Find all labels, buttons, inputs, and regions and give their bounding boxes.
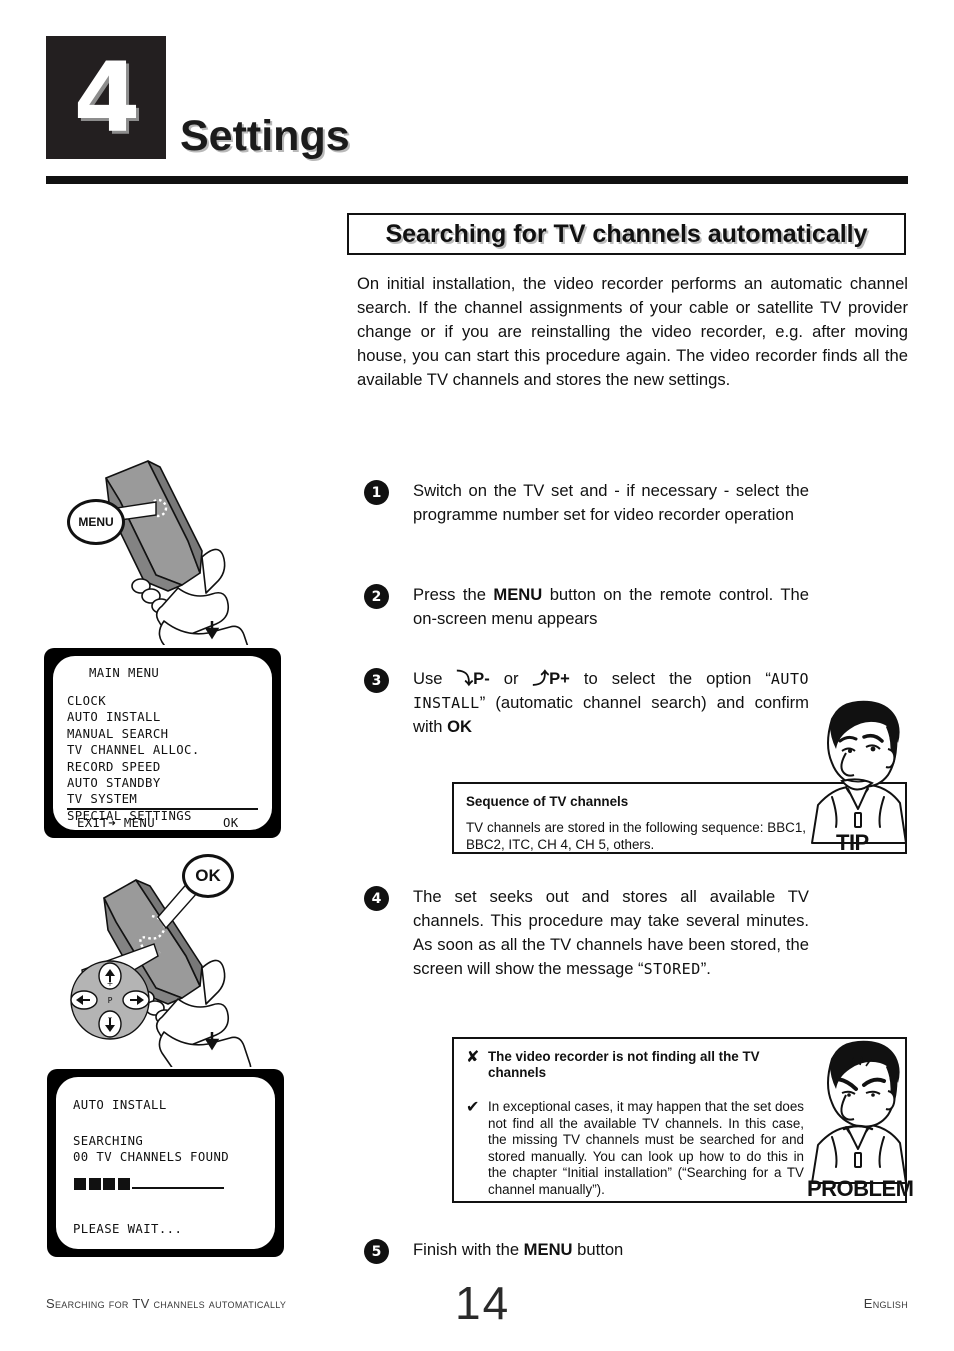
manual-page: 4 Settings Searching for TV channels aut…: [0, 0, 954, 1351]
remote-control-ok-illustration: + – P OK: [62, 852, 284, 1089]
step-4: 4 The set seeks out and stores all avail…: [364, 885, 809, 981]
step-3-text: Use ⤵P- or ⤴P+ to select the option “AUT…: [413, 669, 810, 736]
problem-badge: PROBLEM: [807, 1176, 914, 1201]
tv-screen-main-menu-inner: MAIN MENU CLOCK AUTO INSTALL MANUAL SEAR…: [53, 656, 272, 830]
step-1-number: 1: [364, 480, 389, 505]
osd-divider: [67, 808, 258, 810]
progress-block: [117, 1178, 130, 1190]
osd-channels-found: 00 TV CHANNELS FOUND: [73, 1150, 230, 1165]
progress-block: [74, 1178, 86, 1190]
remote-menu-svg: [83, 460, 252, 678]
tip-body: TV channels are stored in the following …: [466, 820, 806, 852]
chapter-badge: 4: [46, 36, 166, 159]
ok-callout-label: OK: [195, 866, 221, 885]
problem-character-illustration: [806, 1033, 910, 1195]
intro-paragraph: On initial installation, the video recor…: [357, 274, 908, 389]
page-title: Settings: [180, 112, 350, 160]
osd-progress-bar: [74, 1178, 224, 1190]
osd-auto-install-title: AUTO INSTALL: [73, 1098, 167, 1112]
step-1-text: Switch on the TV set and - if necessary …: [413, 481, 809, 524]
step-5: 5 Finish with the MENU button: [364, 1238, 809, 1264]
remote-control-menu-illustration: MENU: [60, 445, 275, 678]
footer-section-label: Searching for TV channels automatically: [46, 1296, 287, 1311]
footer-language: English: [863, 1296, 908, 1311]
tv-screen-auto-install-inner: AUTO INSTALL SEARCHING 00 TV CHANNELS FOU…: [56, 1077, 275, 1249]
problem-solution-body: In exceptional cases, it may happen that…: [488, 1099, 804, 1197]
step-5-number: 5: [364, 1239, 389, 1264]
remote-ok-svg: + – P: [70, 878, 252, 1089]
osd-auto-install-status: SEARCHING 00 TV CHANNELS FOUND: [73, 1133, 229, 1166]
menu-callout-label: MENU: [78, 515, 114, 529]
section-title-text: Searching for TV channels automatically: [385, 219, 868, 248]
svg-text:P: P: [108, 996, 113, 1005]
header-divider: [46, 176, 908, 184]
tip-badge: TIP: [836, 830, 869, 855]
osd-exit-label: EXIT➜ MENU: [77, 816, 156, 830]
cross-icon: ✘: [466, 1047, 480, 1066]
tip-title: Sequence of TV channels: [466, 794, 629, 809]
tv-screen-auto-install: AUTO INSTALL SEARCHING 00 TV CHANNELS FOU…: [47, 1069, 284, 1257]
osd-main-menu-items: CLOCK AUTO INSTALL MANUAL SEARCH TV CHAN…: [67, 694, 200, 823]
step-3: 3 Use ⤵P- or ⤴P+ to select the option “A…: [364, 667, 809, 739]
ok-callout: OK: [182, 854, 234, 898]
step-5-text: Finish with the MENU button: [413, 1240, 624, 1259]
progress-track: [132, 1187, 224, 1189]
problem-face-svg: [811, 1040, 907, 1184]
progress-block: [88, 1178, 101, 1190]
osd-searching: SEARCHING: [73, 1134, 144, 1148]
menu-callout: MENU: [67, 499, 125, 545]
progress-block: [103, 1178, 115, 1190]
osd-main-menu-title: MAIN MENU: [89, 666, 160, 680]
step-3-number: 3: [364, 668, 389, 693]
chapter-number: 4: [73, 41, 141, 154]
svg-text:+: +: [107, 979, 114, 988]
step-4-number: 4: [364, 886, 389, 911]
osd-ok-label: OK: [223, 816, 239, 830]
step-2-text: Press the MENU button on the remote cont…: [413, 585, 809, 628]
step-4-text: The set seeks out and stores all availab…: [413, 887, 809, 978]
page-number: 14: [455, 1277, 511, 1329]
osd-please-wait: PLEASE WAIT...: [73, 1222, 183, 1236]
section-title-banner: Searching for TV channels automatically: [347, 213, 906, 255]
step-1: 1 Switch on the TV set and - if necessar…: [364, 479, 809, 527]
step-2: 2 Press the MENU button on the remote co…: [364, 583, 809, 631]
problem-title: The video recorder is not finding all th…: [488, 1049, 760, 1080]
check-icon: ✔: [466, 1097, 480, 1116]
step-2-number: 2: [364, 584, 389, 609]
tv-screen-main-menu: MAIN MENU CLOCK AUTO INSTALL MANUAL SEAR…: [44, 648, 281, 838]
